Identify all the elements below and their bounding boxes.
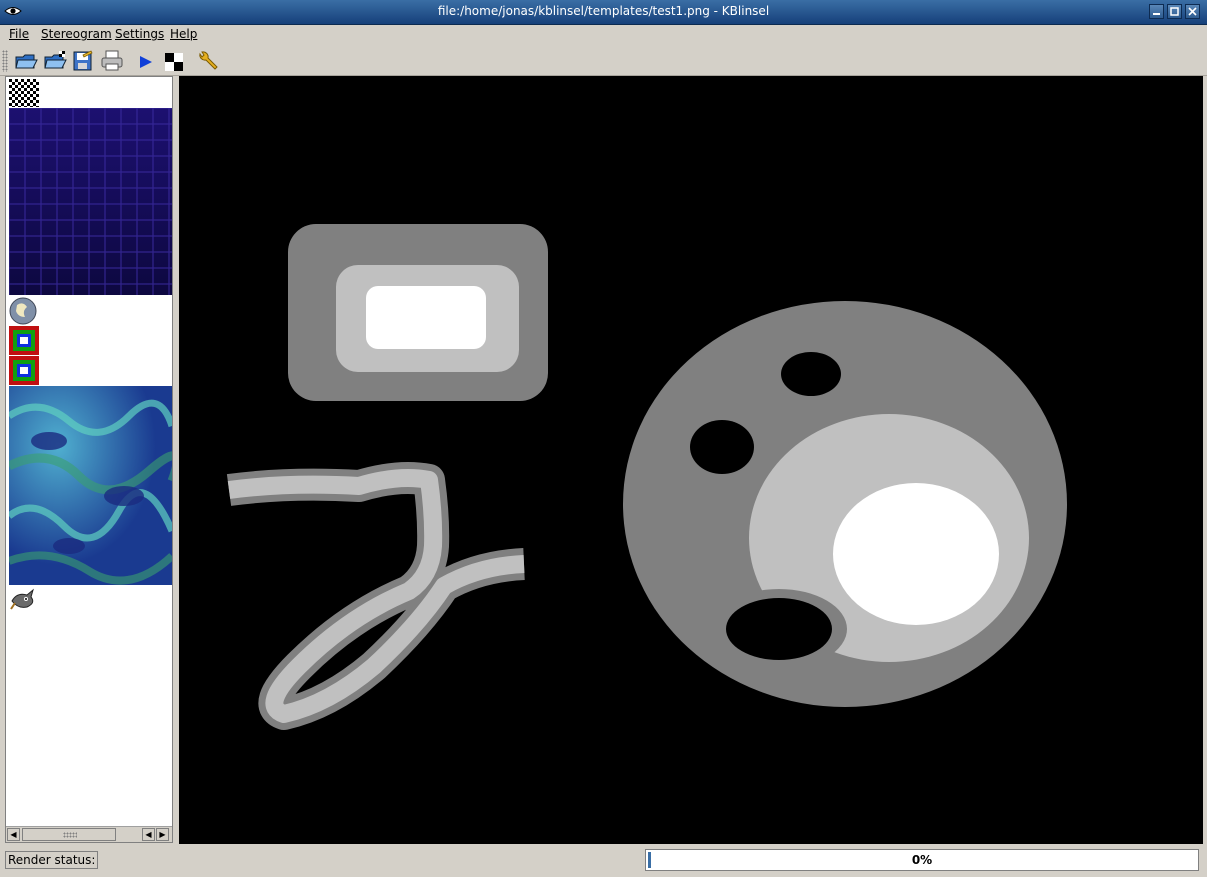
pattern-thumb-squares-1[interactable] bbox=[9, 326, 39, 355]
pattern-list[interactable]: ◀ ◀ ▶ bbox=[5, 76, 173, 843]
toolbar-handle[interactable] bbox=[2, 50, 8, 72]
menu-help[interactable]: Help bbox=[170, 27, 197, 41]
panel-splitter[interactable] bbox=[174, 76, 178, 843]
settings-button[interactable] bbox=[196, 49, 220, 73]
save-icon bbox=[73, 50, 93, 71]
pattern-thumb-checker[interactable] bbox=[9, 79, 39, 107]
scroll-left-button-2[interactable]: ◀ bbox=[142, 828, 155, 841]
render-progress-bar: 0% bbox=[645, 849, 1199, 871]
depth-map-image bbox=[226, 224, 1067, 730]
open-folder-icon bbox=[15, 54, 38, 69]
depth-map-canvas[interactable] bbox=[179, 76, 1203, 844]
depth-hole-3 bbox=[726, 598, 832, 660]
menu-bar: File Stereogram Settings Help bbox=[0, 25, 1207, 45]
render-button[interactable] bbox=[134, 49, 158, 73]
save-button[interactable] bbox=[71, 49, 95, 73]
depth-rect-inner bbox=[366, 286, 486, 349]
pattern-thumb-blue-tiles[interactable] bbox=[9, 108, 172, 295]
render-status-label: Render status: bbox=[5, 851, 99, 869]
play-render-icon bbox=[140, 56, 152, 68]
depth-scribble bbox=[226, 462, 525, 730]
depth-hole-1 bbox=[781, 352, 841, 396]
scroll-left-button[interactable]: ◀ bbox=[7, 828, 20, 841]
maximize-icon bbox=[1170, 7, 1179, 16]
toolbar bbox=[0, 46, 1207, 76]
checker-pattern-icon bbox=[165, 53, 183, 71]
open-pattern-icon bbox=[44, 51, 67, 69]
menu-settings[interactable]: Settings bbox=[115, 27, 164, 41]
scroll-grip bbox=[63, 832, 77, 838]
menu-file[interactable]: File bbox=[9, 27, 29, 41]
close-icon bbox=[1188, 7, 1197, 16]
minimize-icon bbox=[1153, 13, 1160, 15]
print-icon bbox=[101, 50, 123, 71]
pattern-button[interactable] bbox=[162, 49, 186, 73]
sidebar-horizontal-scrollbar[interactable]: ◀ ◀ ▶ bbox=[6, 826, 172, 842]
title-bar: file:/home/jonas/kblinsel/templates/test… bbox=[0, 0, 1207, 25]
progress-text: 0% bbox=[911, 853, 933, 867]
print-button[interactable] bbox=[100, 49, 124, 73]
minimize-button[interactable] bbox=[1149, 4, 1164, 19]
depth-disc-inner bbox=[833, 483, 999, 625]
scroll-thumb[interactable] bbox=[22, 828, 116, 841]
status-bar: Render status: 0% bbox=[0, 845, 1207, 877]
maximize-button[interactable] bbox=[1167, 4, 1182, 19]
close-button[interactable] bbox=[1185, 4, 1200, 19]
pattern-thumb-gimp[interactable] bbox=[9, 587, 39, 613]
open-pattern-button[interactable] bbox=[43, 49, 67, 73]
depth-hole-2 bbox=[690, 420, 754, 474]
scroll-right-button[interactable]: ▶ bbox=[156, 828, 169, 841]
pattern-thumb-globe[interactable] bbox=[9, 297, 39, 325]
wrench-settings-icon bbox=[199, 51, 218, 70]
menu-stereogram[interactable]: Stereogram bbox=[41, 27, 112, 41]
pattern-thumb-water[interactable] bbox=[9, 386, 172, 585]
pattern-thumb-squares-2[interactable] bbox=[9, 356, 39, 385]
window-title: file:/home/jonas/kblinsel/templates/test… bbox=[437, 4, 770, 18]
open-button[interactable] bbox=[14, 49, 38, 73]
